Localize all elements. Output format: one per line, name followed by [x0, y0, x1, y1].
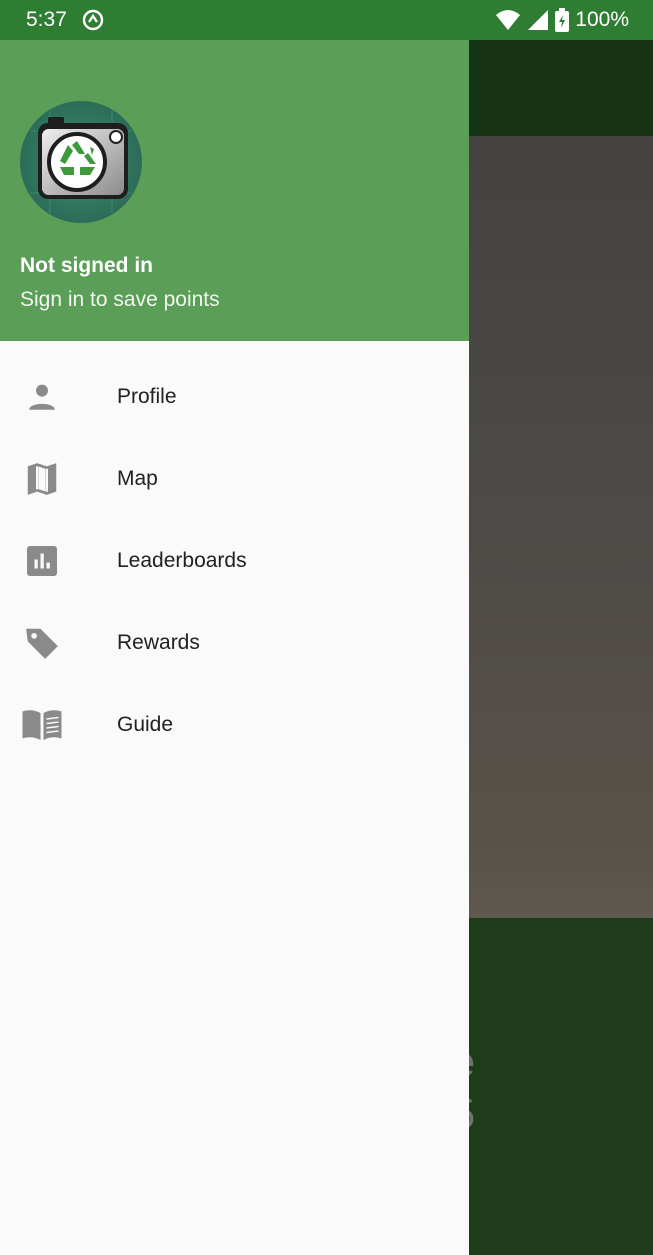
- menu-item-label: Leaderboards: [117, 549, 247, 572]
- battery-percent: 100%: [575, 8, 629, 31]
- status-time: 5:37: [26, 8, 67, 31]
- menu-item-map[interactable]: Map: [0, 438, 469, 520]
- signin-prompt[interactable]: Sign in to save points: [20, 288, 220, 312]
- drawer-header: Not signed in Sign in to save points: [0, 40, 469, 341]
- map-icon: [20, 457, 64, 501]
- status-right: 100%: [495, 8, 629, 32]
- navigation-drawer: Not signed in Sign in to save points Pro…: [0, 40, 469, 1255]
- wifi-icon: [495, 9, 521, 31]
- avatar[interactable]: [20, 101, 142, 223]
- menu-item-leaderboards[interactable]: Leaderboards: [0, 520, 469, 602]
- battery-icon: [555, 8, 570, 32]
- menu-item-label: Rewards: [117, 631, 200, 654]
- status-left: 5:37: [26, 8, 105, 32]
- menu-item-label: Profile: [117, 385, 177, 408]
- menu-item-rewards[interactable]: Rewards: [0, 602, 469, 684]
- tag-icon: [20, 621, 64, 665]
- drawer-menu: Profile Map Leaderboards Rewards Guide: [0, 341, 469, 766]
- menu-item-label: Guide: [117, 713, 174, 736]
- status-bar: 5:37 100%: [0, 0, 653, 40]
- signin-status-title: Not signed in: [20, 254, 153, 277]
- camera-recycle-logo: [30, 111, 132, 213]
- menu-item-guide[interactable]: Guide: [0, 684, 469, 766]
- sync-icon: [81, 8, 105, 32]
- menu-item-profile[interactable]: Profile: [0, 356, 469, 438]
- person-icon: [20, 375, 64, 419]
- leaderboard-icon: [20, 539, 64, 583]
- menu-item-label: Map: [117, 467, 158, 490]
- book-icon: [20, 703, 64, 747]
- signal-icon: [527, 9, 549, 31]
